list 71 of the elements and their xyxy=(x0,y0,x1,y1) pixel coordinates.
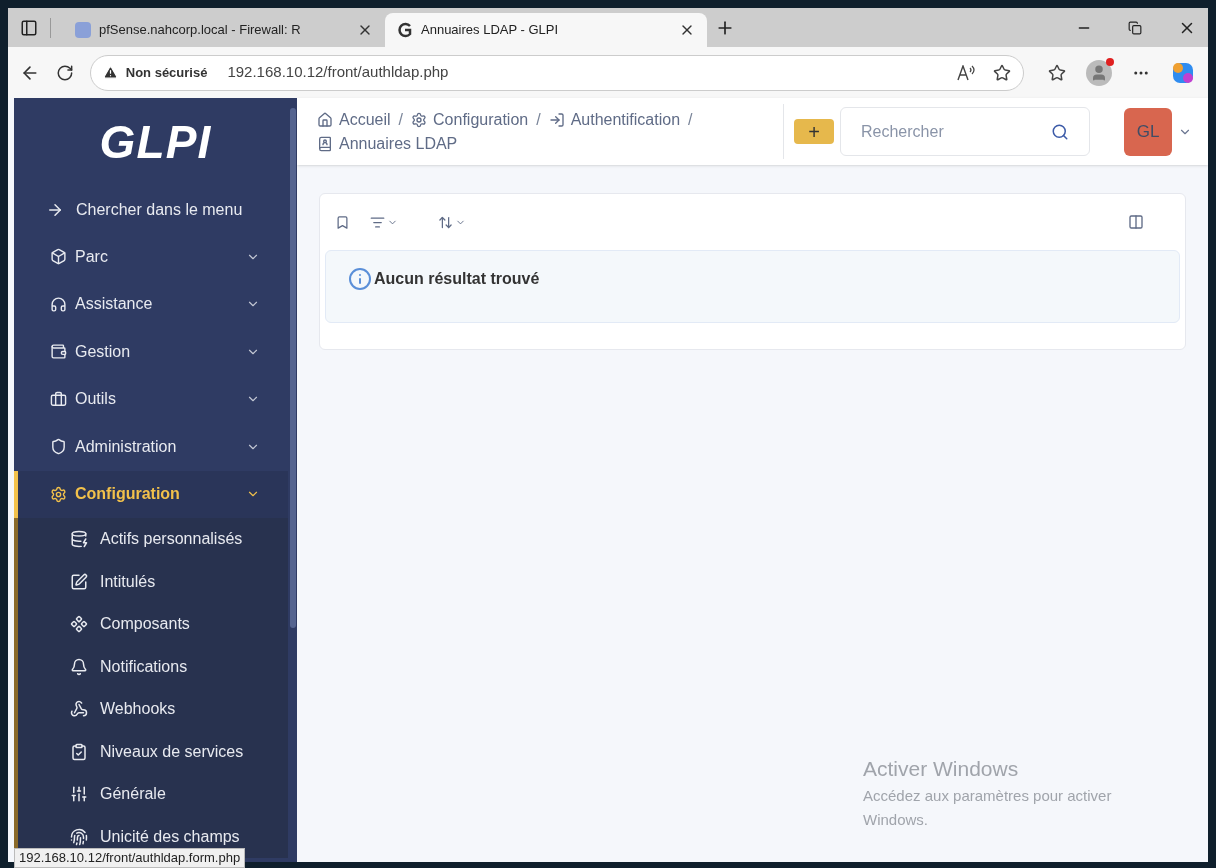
headset-icon xyxy=(50,295,67,313)
tab-actions-icon[interactable] xyxy=(20,18,38,37)
bookmark-icon[interactable] xyxy=(335,214,350,230)
breadcrumb-link[interactable]: Authentification xyxy=(548,107,681,132)
submenu-item[interactable]: Intitulés xyxy=(14,560,288,603)
security-warning: Non sécurisé xyxy=(125,63,208,82)
database-icon xyxy=(70,530,88,549)
submenu-item[interactable]: Notifications xyxy=(14,645,288,688)
activation-title: Activer Windows xyxy=(863,755,1020,782)
submenu-item[interactable]: Actifs personnalisés xyxy=(14,518,288,561)
breadcrumb-separator: / xyxy=(398,109,404,130)
glpi-logo: GLPI xyxy=(99,114,212,170)
login-icon xyxy=(548,111,565,128)
breadcrumb-separator: / xyxy=(536,109,541,130)
profile-avatar[interactable] xyxy=(1086,59,1112,86)
bell-icon xyxy=(70,657,88,676)
sidebar-item[interactable]: Administration xyxy=(14,423,288,471)
sliders-icon xyxy=(70,785,88,804)
sort-icon[interactable] xyxy=(438,214,466,230)
url-text: 192.168.10.12/front/authldap.php xyxy=(227,62,450,83)
search-icon[interactable] xyxy=(1051,122,1069,141)
columns-icon[interactable] xyxy=(1128,214,1144,230)
submenu-item[interactable]: Composants xyxy=(14,603,288,646)
browser-tab[interactable]: Annuaires LDAP - GLPI xyxy=(385,13,707,47)
tab-title: Annuaires LDAP - GLPI xyxy=(421,21,560,40)
glpi-logo-icon xyxy=(397,22,413,38)
add-button[interactable]: + xyxy=(794,119,834,144)
submenu-item[interactable]: Webhooks xyxy=(14,688,288,731)
warning-icon xyxy=(102,65,118,80)
sidebar-item[interactable]: Outils xyxy=(14,375,288,423)
breadcrumb-separator: / xyxy=(688,109,693,130)
cube-icon xyxy=(50,248,67,266)
sidebar-item[interactable]: Chercher dans le menu xyxy=(14,186,288,233)
sidebar-item[interactable]: Assistance xyxy=(14,280,288,328)
address-bar[interactable]: Non sécurisé 192.168.10.12/front/authldap.php xyxy=(89,54,1024,91)
breadcrumb-link[interactable]: Accueil xyxy=(317,107,391,132)
gear-icon xyxy=(411,111,428,128)
gear-icon xyxy=(50,485,67,503)
scrollbar[interactable] xyxy=(290,108,296,628)
pfsense-logo-icon xyxy=(75,22,91,38)
sidebar-item[interactable]: Parc xyxy=(14,233,288,281)
briefcase-icon xyxy=(50,390,67,408)
wallet-icon xyxy=(50,343,67,361)
search-input[interactable]: Rechercher xyxy=(861,119,1051,144)
edit-icon xyxy=(70,572,88,591)
address-book-icon xyxy=(317,135,333,152)
activation-text: Accédez aux paramètres pour activer Windows. xyxy=(863,786,1113,830)
clipboard-icon xyxy=(70,742,88,761)
sidebar-item[interactable]: Gestion xyxy=(14,328,288,376)
components-icon xyxy=(70,615,88,634)
restore-icon[interactable] xyxy=(1128,20,1142,35)
search-field[interactable]: Rechercher xyxy=(840,107,1090,156)
reload-icon[interactable] xyxy=(55,63,74,82)
tab-title: pfSense.nahcorp.local - Firewall: R xyxy=(99,21,302,40)
submenu-item[interactable]: Générale xyxy=(14,773,288,816)
home-icon xyxy=(317,111,333,128)
sidebar-item[interactable]: Configuration xyxy=(14,470,288,518)
breadcrumb-link[interactable]: Configuration xyxy=(411,107,529,132)
read-aloud-icon[interactable] xyxy=(957,64,977,81)
webhook-icon xyxy=(70,700,88,719)
info-icon xyxy=(348,267,372,291)
favorites-icon[interactable] xyxy=(1048,63,1066,82)
submenu-item[interactable]: Niveaux de services xyxy=(14,730,288,773)
breadcrumb-link[interactable]: Annuaires LDAP xyxy=(317,131,458,156)
shield-icon xyxy=(50,438,67,456)
status-url-tooltip: 192.168.10.12/front/authldap.form.php xyxy=(14,848,246,868)
browser-tab[interactable]: pfSense.nahcorp.local - Firewall: R xyxy=(63,13,385,47)
filter-icon[interactable] xyxy=(370,214,398,230)
fingerprint-icon xyxy=(70,827,88,846)
alert-message: Aucun résultat trouvé xyxy=(374,269,540,289)
favorite-icon[interactable] xyxy=(993,63,1011,82)
